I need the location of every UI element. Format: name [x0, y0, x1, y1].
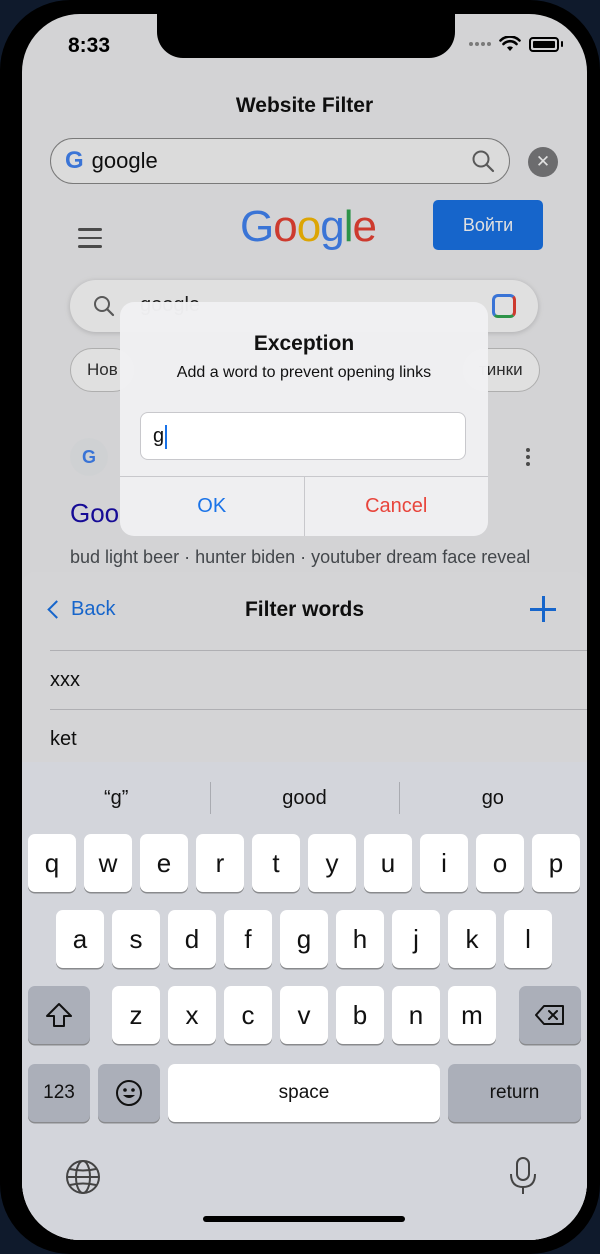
key-w[interactable]: w	[84, 834, 132, 892]
wifi-icon	[499, 36, 521, 51]
return-key[interactable]: return	[448, 1064, 581, 1122]
key-h[interactable]: h	[336, 910, 384, 968]
alert-title: Exception	[253, 332, 355, 355]
key-e[interactable]: e	[140, 834, 188, 892]
status-time: 8:33	[68, 34, 111, 57]
emoji-icon	[116, 1080, 142, 1106]
key-v[interactable]: v	[280, 986, 328, 1044]
key-m[interactable]: m	[448, 986, 496, 1044]
key-z[interactable]: z	[112, 986, 160, 1044]
mic-icon[interactable]	[508, 1156, 538, 1196]
key-n[interactable]: n	[392, 986, 440, 1044]
key-p[interactable]: p	[532, 834, 580, 892]
screen: 8:33 Website Filter G google ✕ Google Во…	[22, 14, 587, 1240]
suggestion[interactable]: “g”	[22, 778, 210, 818]
key-u[interactable]: u	[364, 834, 412, 892]
delete-icon	[535, 1005, 564, 1025]
key-i[interactable]: i	[420, 834, 468, 892]
battery-icon	[529, 36, 559, 52]
suggestion[interactable]: go	[398, 778, 587, 818]
suggestion[interactable]: good	[210, 778, 398, 818]
numbers-key[interactable]: 123	[28, 1064, 90, 1122]
key-t[interactable]: t	[252, 834, 300, 892]
sheet-dim-overlay	[22, 572, 587, 772]
key-k[interactable]: k	[448, 910, 496, 968]
key-f[interactable]: f	[224, 910, 272, 968]
key-d[interactable]: d	[168, 910, 216, 968]
key-c[interactable]: c	[224, 986, 272, 1044]
exception-input[interactable]: g	[140, 412, 466, 460]
key-g[interactable]: g	[280, 910, 328, 968]
notch	[157, 14, 455, 58]
suggestion-bar: “g” good go	[22, 778, 587, 818]
cancel-button[interactable]: Cancel	[305, 477, 489, 536]
delete-key[interactable]	[519, 986, 581, 1044]
alert-buttons: OK Cancel	[120, 476, 488, 536]
keyboard: “g” good go q w e r t y u i o p a s d f …	[22, 762, 587, 1240]
shift-key[interactable]	[28, 986, 90, 1044]
exception-alert: Exception Add a word to prevent opening …	[120, 302, 488, 536]
alert-message: Add a word to prevent opening links	[176, 364, 432, 381]
emoji-key[interactable]	[98, 1064, 160, 1122]
key-r[interactable]: r	[196, 834, 244, 892]
key-b[interactable]: b	[336, 986, 384, 1044]
key-s[interactable]: s	[112, 910, 160, 968]
signal-icon	[469, 42, 491, 46]
key-q[interactable]: q	[28, 834, 76, 892]
exception-input-value: g	[153, 425, 165, 447]
globe-icon[interactable]	[64, 1158, 102, 1196]
key-x[interactable]: x	[168, 986, 216, 1044]
key-j[interactable]: j	[392, 910, 440, 968]
status-icons	[469, 36, 563, 52]
ok-button[interactable]: OK	[120, 477, 305, 536]
key-y[interactable]: y	[308, 834, 356, 892]
key-l[interactable]: l	[504, 910, 552, 968]
shift-icon	[46, 1003, 72, 1027]
space-key[interactable]: space	[168, 1064, 440, 1122]
home-indicator[interactable]	[203, 1216, 405, 1222]
text-caret	[165, 424, 168, 449]
key-o[interactable]: o	[476, 834, 524, 892]
key-a[interactable]: a	[56, 910, 104, 968]
